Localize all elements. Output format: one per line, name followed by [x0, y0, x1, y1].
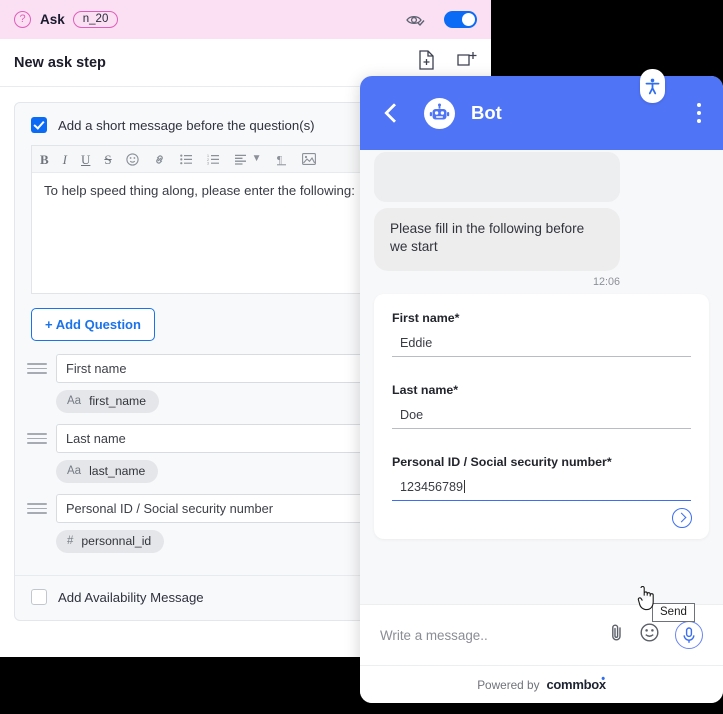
ask-header-actions: [405, 0, 477, 39]
svg-text:3: 3: [207, 161, 209, 164]
variable-type-icon: Aa: [67, 395, 82, 407]
back-chevron-icon[interactable]: [382, 103, 402, 123]
chat-title: Bot: [471, 102, 502, 123]
variable-tag[interactable]: Aa last_name: [56, 460, 159, 483]
question-circle-icon: ?: [14, 11, 31, 28]
underline-icon[interactable]: U: [81, 153, 90, 166]
document-add-icon[interactable]: [418, 50, 435, 75]
emoji-icon[interactable]: [125, 152, 139, 166]
drag-handle-icon[interactable]: [27, 433, 47, 444]
form-field-label: Last name*: [392, 382, 459, 397]
screen-root: ? Ask n_20 New ask step Add a short mess…: [0, 0, 723, 714]
italic-icon[interactable]: I: [63, 153, 67, 166]
variable-name: personnal_id: [81, 534, 152, 548]
variable-name: last_name: [89, 464, 146, 478]
scrolled-message-bubble: [374, 152, 620, 202]
attachment-icon[interactable]: [609, 623, 624, 647]
variable-tag[interactable]: # personnal_id: [56, 530, 165, 553]
short-message-label: Add a short message before the question(…: [58, 117, 315, 133]
chat-header: Bot: [360, 69, 723, 150]
kebab-menu-icon[interactable]: [697, 103, 701, 123]
chat-message-input[interactable]: Write a message..: [380, 628, 609, 643]
variable-type-icon: #: [67, 535, 74, 547]
send-arrow-icon[interactable]: [672, 507, 692, 528]
accessibility-icon[interactable]: [640, 69, 665, 103]
align-icon[interactable]: [234, 154, 247, 165]
page-title: New ask step: [14, 54, 106, 71]
variable-tag[interactable]: Aa first_name: [56, 390, 159, 413]
drag-handle-icon[interactable]: [27, 503, 47, 514]
chat-message-list: Please fill in the following before we s…: [360, 150, 723, 604]
variable-type-icon: Aa: [67, 465, 82, 477]
bold-icon[interactable]: B: [40, 153, 49, 166]
chat-form-card: First name* Eddie Last name* Doe Persona…: [374, 293, 709, 539]
step-actions: [418, 50, 477, 75]
svg-text:¶: ¶: [277, 154, 282, 166]
text-caret: [464, 479, 466, 493]
ask-enabled-toggle[interactable]: [444, 11, 477, 28]
chevron-down-icon[interactable]: ▼: [252, 154, 262, 164]
drag-handle-icon[interactable]: [27, 363, 47, 374]
availability-checkbox[interactable]: [31, 589, 47, 605]
letterbox-right: [491, 0, 723, 76]
eye-check-icon[interactable]: [405, 12, 426, 28]
commbox-logo: commbox •: [546, 673, 606, 692]
ask-step-header: ? Ask n_20: [0, 0, 491, 39]
ask-header-label: Ask: [40, 12, 65, 27]
form-field-label: Personal ID / Social security number*: [392, 454, 612, 469]
bot-message-bubble: Please fill in the following before we s…: [374, 208, 620, 271]
chat-footer: Powered by commbox •: [360, 665, 723, 703]
paragraph-icon[interactable]: ¶: [276, 153, 288, 166]
send-tooltip: Send: [652, 603, 695, 622]
chat-input-actions: [609, 621, 703, 649]
variable-name: first_name: [89, 394, 146, 408]
bullet-list-icon[interactable]: [179, 154, 193, 165]
short-message-checkbox[interactable]: [31, 117, 47, 133]
emoji-icon[interactable]: [640, 623, 659, 647]
powered-by-label: Powered by: [477, 677, 540, 692]
availability-label: Add Availability Message: [58, 589, 204, 605]
form-field-last-name[interactable]: Doe: [392, 406, 691, 429]
node-id-badge: n_20: [72, 11, 119, 28]
link-icon[interactable]: [153, 153, 166, 166]
strikethrough-icon[interactable]: S: [104, 153, 111, 166]
robot-avatar-icon: [424, 97, 455, 129]
add-question-button[interactable]: + Add Question: [31, 308, 155, 341]
form-field-first-name[interactable]: Eddie: [392, 334, 691, 357]
mouse-cursor: [636, 585, 658, 618]
panel-add-icon[interactable]: [457, 51, 477, 74]
image-icon[interactable]: [301, 153, 316, 165]
microphone-icon[interactable]: [675, 621, 703, 649]
numbered-list-icon[interactable]: 123: [207, 154, 220, 165]
form-field-label: First name*: [392, 310, 460, 325]
form-field-personal-id[interactable]: 123456789: [392, 478, 691, 501]
message-timestamp: 12:06: [592, 275, 620, 288]
